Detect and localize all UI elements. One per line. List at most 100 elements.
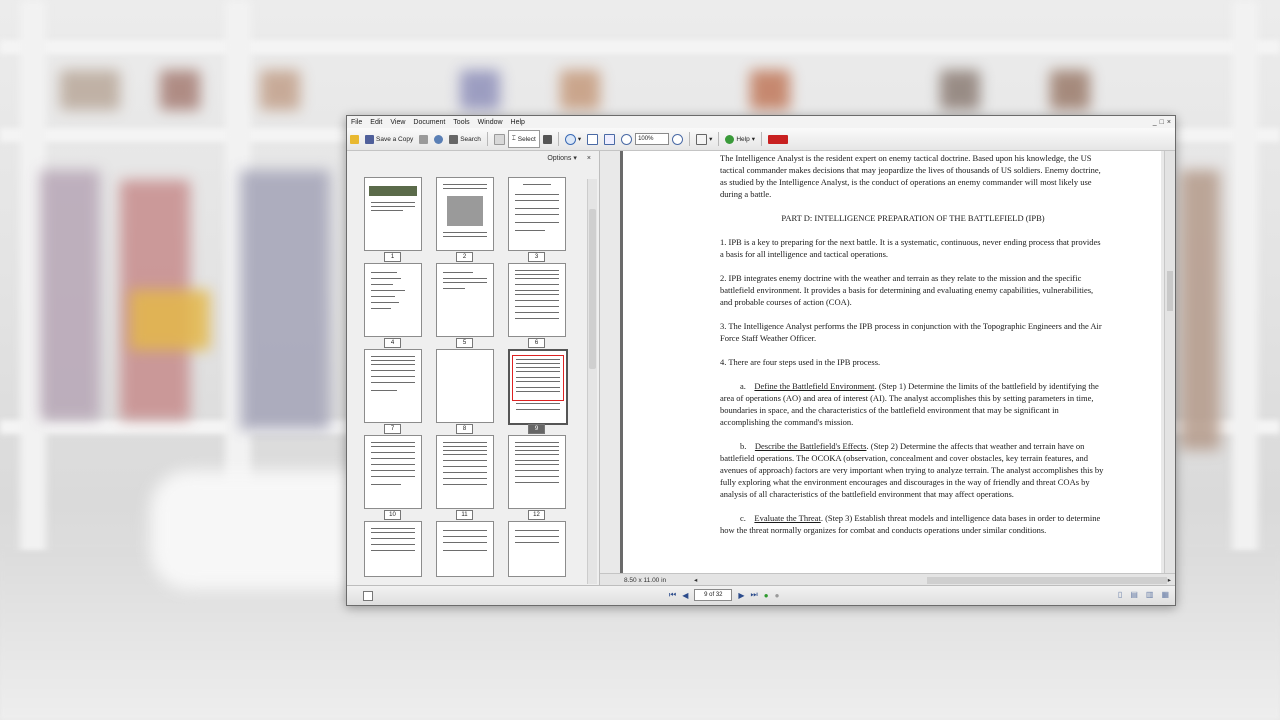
page-number-2[interactable]: 2 — [456, 252, 473, 262]
hand-tool-button[interactable] — [491, 131, 508, 147]
globe-icon — [434, 134, 444, 144]
page-thumbnail-11[interactable] — [436, 435, 494, 509]
page-number-12[interactable]: 12 — [528, 510, 545, 520]
help-button[interactable]: Help ▾ — [722, 131, 758, 147]
paragraph: 1. IPB is a key to preparing for the nex… — [720, 237, 1101, 259]
zoom-in-icon — [672, 133, 684, 145]
page-number-10[interactable]: 10 — [384, 510, 401, 520]
scrollbar-thumb[interactable] — [927, 576, 1168, 584]
print-button[interactable] — [416, 131, 431, 147]
section-heading: PART D: INTELLIGENCE PREPARATION OF THE … — [781, 213, 1045, 223]
page-thumbnail-8[interactable] — [436, 349, 494, 423]
scroll-right-icon[interactable]: ▸ — [1168, 576, 1175, 584]
menu-window[interactable]: Window — [474, 119, 507, 126]
page-thumbnail-10[interactable] — [364, 435, 422, 509]
continuous-facing-icon[interactable]: ▦ — [1161, 590, 1169, 599]
document-vertical-scrollbar[interactable] — [1164, 151, 1175, 574]
page-thumbnail-4[interactable] — [364, 263, 422, 337]
page-thumbnail-9[interactable] — [508, 349, 568, 425]
scrollbar-thumb[interactable] — [589, 209, 596, 369]
step-paragraph: a. Define the Battlefield Environment. (… — [720, 380, 1106, 428]
next-page-icon[interactable]: ▶ — [738, 591, 744, 600]
single-page-icon[interactable]: ▯ — [1118, 590, 1122, 599]
minimize-icon[interactable]: _ — [1153, 119, 1157, 126]
menu-document[interactable]: Document — [409, 119, 449, 126]
page-thumbnail-3[interactable] — [508, 177, 566, 251]
actual-size-button[interactable] — [584, 131, 601, 147]
printer-icon — [419, 134, 429, 144]
zoom-tool-button[interactable]: ▾ — [562, 131, 584, 147]
paragraph: 2. IPB integrates enemy doctrine with th… — [720, 273, 1094, 307]
open-button[interactable] — [347, 131, 362, 147]
page-number-11[interactable]: 11 — [456, 510, 473, 520]
page-number-1[interactable]: 1 — [384, 252, 401, 262]
menu-file[interactable]: File — [347, 119, 366, 126]
step-label: c. — [740, 513, 746, 523]
options-menu[interactable]: Options ▾ — [547, 154, 577, 162]
menu-help[interactable]: Help — [507, 119, 529, 126]
page-layout-controls: ▯ ▤ ▥ ▦ — [1118, 590, 1169, 599]
facing-icon[interactable]: ▥ — [1146, 590, 1154, 599]
zoom-out-button[interactable] — [618, 131, 635, 147]
page-thumbnail-6[interactable] — [508, 263, 566, 337]
page-thumbnail-1[interactable] — [364, 177, 422, 251]
scrollbar-track[interactable] — [707, 576, 1168, 584]
page-thumbnail-7[interactable] — [364, 349, 422, 423]
zoom-level-input[interactable]: 100% — [635, 133, 670, 145]
page-thumbnail-2[interactable] — [436, 177, 494, 251]
page-thumbnail-5[interactable] — [436, 263, 494, 337]
toolbar-separator — [689, 132, 691, 146]
adobe-logo-button[interactable] — [765, 131, 791, 147]
page-thumbnail[interactable] — [436, 521, 494, 577]
go-back-icon[interactable]: ● — [775, 591, 780, 600]
page-thumbnail[interactable] — [508, 521, 566, 577]
rotate-button[interactable]: ▾ — [693, 131, 715, 147]
page-number-3[interactable]: 3 — [528, 252, 545, 262]
step-title: Evaluate the Threat — [754, 513, 821, 523]
restore-icon[interactable]: □ — [1160, 119, 1164, 126]
go-forward-icon[interactable]: ● — [764, 591, 769, 600]
zoom-out-icon — [621, 133, 633, 145]
page-layout-icon[interactable] — [363, 591, 373, 601]
menu-edit[interactable]: Edit — [366, 119, 386, 126]
page-thumbnail[interactable] — [364, 521, 422, 577]
scroll-left-icon[interactable]: ◂ — [694, 576, 697, 584]
continuous-icon[interactable]: ▤ — [1130, 590, 1138, 599]
menu-tools[interactable]: Tools — [449, 119, 473, 126]
page-thumbnail-12[interactable] — [508, 435, 566, 509]
zoom-in-button[interactable] — [669, 131, 686, 147]
email-button[interactable] — [431, 131, 446, 147]
window-controls: _ □ × — [1153, 119, 1175, 126]
visible-area-indicator[interactable] — [512, 355, 564, 401]
chevron-down-icon: ▾ — [709, 136, 713, 143]
page-number-5[interactable]: 5 — [456, 338, 473, 348]
snapshot-button[interactable] — [540, 131, 555, 147]
page-number-input[interactable]: 9 of 32 — [694, 589, 733, 601]
disk-icon — [365, 134, 374, 144]
first-page-icon[interactable]: ⏮ — [669, 590, 676, 600]
previous-page-icon[interactable]: ◀ — [682, 591, 688, 600]
search-button[interactable]: Search — [446, 131, 484, 147]
last-page-icon[interactable]: ⏭ — [751, 590, 758, 600]
save-copy-label: Save a Copy — [376, 135, 414, 143]
chevron-down-icon: ▾ — [577, 136, 582, 143]
scrollbar-thumb[interactable] — [1167, 271, 1173, 311]
page-number-6[interactable]: 6 — [528, 338, 545, 348]
page-number-7[interactable]: 7 — [384, 424, 401, 434]
page-number-8[interactable]: 8 — [456, 424, 473, 434]
save-copy-button[interactable]: Save a Copy — [362, 131, 416, 147]
close-panel-icon[interactable]: × — [587, 155, 591, 162]
pages-panel-header: Options ▾ × — [347, 151, 599, 165]
pdf-reader-window: File Edit View Document Tools Window Hel… — [346, 115, 1176, 606]
page-number-9[interactable]: 9 — [528, 424, 545, 434]
paragraph: 4. There are four steps used in the IPB … — [720, 357, 881, 367]
fit-page-button[interactable] — [601, 131, 618, 147]
page-number-4[interactable]: 4 — [384, 338, 401, 348]
step-label: b. — [740, 441, 747, 451]
panel-splitter[interactable] — [600, 151, 623, 586]
thumbnail-scrollbar[interactable] — [587, 179, 597, 584]
select-tool-button[interactable]: ⌶ Select — [507, 130, 540, 148]
menu-view[interactable]: View — [386, 119, 409, 126]
paragraph: 3. The Intelligence Analyst performs the… — [720, 321, 1102, 343]
close-icon[interactable]: × — [1167, 119, 1171, 126]
